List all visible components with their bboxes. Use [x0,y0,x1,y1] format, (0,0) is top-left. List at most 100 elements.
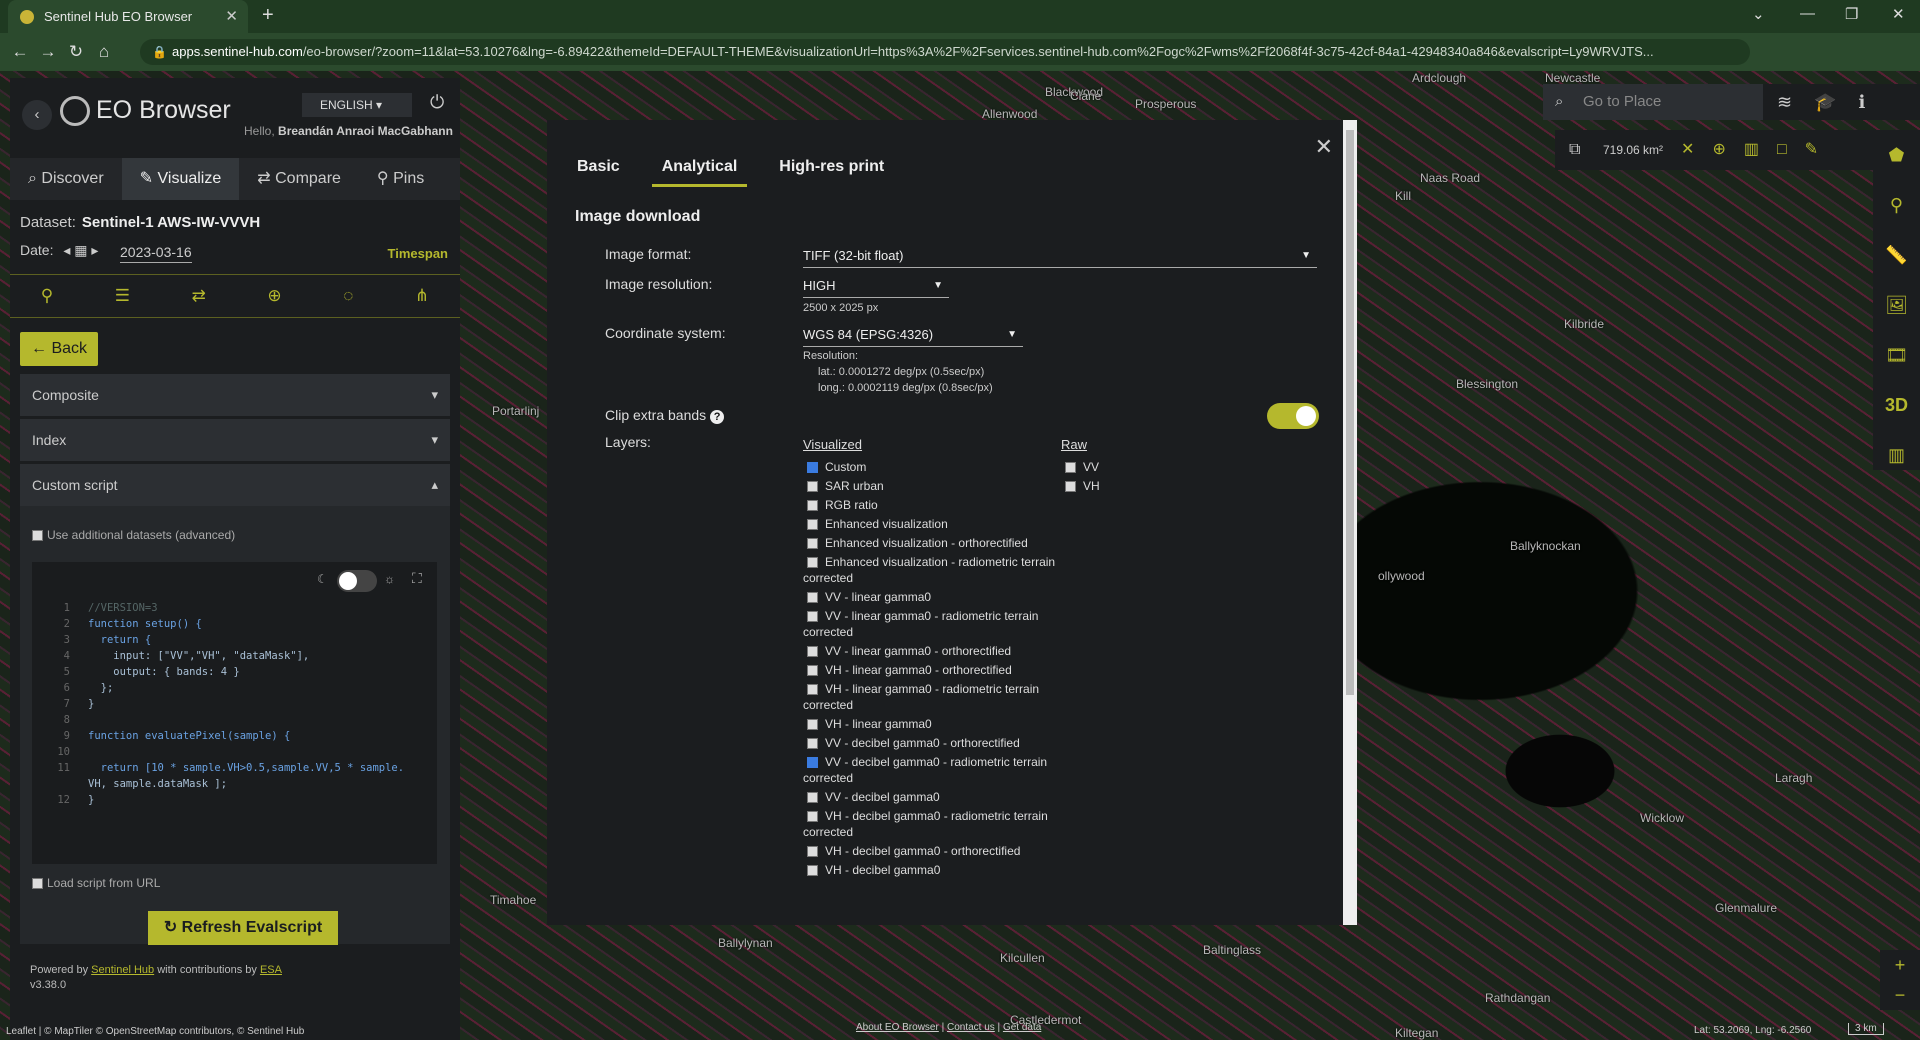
raw-band-option[interactable]: VH [1061,477,1100,496]
custom-script-accordion[interactable]: Custom script ▴ [20,464,450,506]
zoom-out-button[interactable]: − [1880,980,1920,1010]
refresh-label: Refresh Evalscript [181,919,323,936]
layer-option[interactable]: SAR urban [803,477,1083,496]
ruler-icon[interactable]: 📏 [1873,230,1920,280]
tab-pins[interactable]: ⚲ Pins [359,158,442,200]
new-tab-button[interactable]: + [262,4,274,27]
home-icon[interactable]: ⌂ [90,42,118,62]
layer-option[interactable]: VH - linear gamma0 - orthorectified [803,661,1083,680]
code-editor[interactable]: ☾ ☼ ⛶ 1 //VERSION=3 2 function setup() {3 ret… [32,562,437,864]
compare-icon[interactable]: ⇄ [192,286,206,306]
reload-icon[interactable]: ↻ [62,42,90,62]
timespan-link[interactable]: Timespan [388,246,448,261]
clip-extra-bands-toggle[interactable] [1267,403,1319,429]
get-data-link[interactable]: Get data [1003,1022,1041,1033]
chart-icon[interactable]: ▥ [1744,141,1759,158]
clear-icon[interactable]: ✕ [1681,141,1694,158]
select-value: HIGH [803,278,836,293]
help-icon[interactable]: ? [710,410,725,424]
back-icon[interactable]: ← [6,42,34,62]
code-text: return { [88,634,152,646]
date-prev-icon[interactable]: ◂ ▦ ▸ [63,242,98,258]
load-url-checkbox[interactable]: Load script from URL [32,876,160,890]
back-button[interactable]: ← Back [20,332,98,366]
close-tab-icon[interactable]: ✕ [225,7,238,25]
coordinate-system-select[interactable]: WGS 84 (EPSG:4326) ▼ [803,327,1023,347]
collapse-sidebar-button[interactable]: ‹ [22,100,52,130]
zoom-to-icon[interactable]: ⊕ [267,286,281,306]
hide-icon[interactable]: ◌ [343,286,353,306]
tab-visualize[interactable]: ✎ Visualize [121,158,240,200]
checkbox-box [807,519,818,530]
layer-option[interactable]: Custom [803,458,1083,477]
theme-toggle[interactable] [337,570,377,592]
fullscreen-icon[interactable]: ⛶ [412,570,422,587]
pin-icon[interactable]: ⚲ [41,286,53,306]
layer-option[interactable]: VH - linear gamma0 [803,715,1083,734]
effects-icon[interactable]: ☰ [115,286,130,306]
layer-option[interactable]: VH - decibel gamma0 [803,861,1083,880]
esa-link[interactable]: ESA [260,964,282,976]
browser-tab[interactable]: Sentinel Hub EO Browser ✕ [8,0,248,33]
info-icon[interactable]: ℹ [1859,92,1866,112]
layer-option[interactable]: VV - decibel gamma0 - radiometric terrai… [803,753,1083,772]
tab-high-res-print[interactable]: High-res print [779,158,884,187]
timelapse-icon[interactable]: 🎞 [1873,330,1920,380]
layer-label: VH - decibel gamma0 [825,863,941,877]
tab-discover[interactable]: ⌕ Discover [10,158,122,200]
dialog-scrollbar[interactable] [1343,120,1357,925]
tab-basic[interactable]: Basic [577,158,620,187]
minimize-button[interactable]: — [1800,5,1815,22]
image-download-icon[interactable]: 🖼 [1873,280,1920,330]
raw-band-option[interactable]: VV [1061,458,1100,477]
layer-option[interactable]: VV - decibel gamma0 - orthorectified [803,734,1083,753]
close-icon[interactable]: ✕ [1315,134,1333,160]
copy-icon[interactable]: ⧉ [1569,130,1580,170]
share-icon[interactable]: ⋔ [415,286,429,306]
layer-option[interactable]: RGB ratio [803,496,1083,515]
about-link[interactable]: About EO Browser [856,1022,939,1033]
layers-icon[interactable]: ≋ [1777,92,1792,112]
address-bar[interactable]: 🔒 apps.sentinel-hub.com/eo-browser/?zoom=… [140,39,1750,65]
go-to-place-input[interactable]: ⌕ Go to Place [1543,84,1763,120]
tab-compare[interactable]: ⇄ Compare [239,158,359,200]
contact-link[interactable]: Contact us [947,1022,995,1033]
layer-option[interactable]: VH - decibel gamma0 - radiometric terrai… [803,807,1083,826]
layer-option[interactable]: VV - linear gamma0 - orthorectified [803,642,1083,661]
poi-icon[interactable]: ⚲ [1873,180,1920,230]
tab-analytical[interactable]: Analytical [651,158,748,187]
index-accordion[interactable]: Index ▾ [20,419,450,461]
layer-option[interactable]: VH - linear gamma0 - radiometric terrain [803,680,1083,699]
layer-option[interactable]: VV - linear gamma0 [803,588,1083,607]
layer-option[interactable]: VV - linear gamma0 - radiometric terrain [803,607,1083,626]
polygon-icon[interactable]: ⬟ [1873,130,1920,180]
layer-option[interactable]: VH - decibel gamma0 - orthorectified [803,842,1083,861]
tab-search-icon[interactable]: ⌄ [1752,5,1765,23]
square-icon[interactable]: □ [1777,141,1787,158]
layer-option[interactable]: Enhanced visualization - orthorectified [803,534,1083,553]
sentinel-hub-link[interactable]: Sentinel Hub [91,964,154,976]
forward-icon[interactable]: → [34,42,62,62]
app-title: EO Browser [96,96,231,124]
use-additional-checkbox[interactable]: Use additional datasets (advanced) [32,528,235,542]
maximize-button[interactable]: ❐ [1845,5,1858,23]
power-icon[interactable]: ⏻ [430,92,444,113]
image-resolution-select[interactable]: HIGH ▼ [803,278,949,298]
center-icon[interactable]: ⊕ [1712,141,1725,158]
3d-button[interactable]: 3D [1873,380,1920,430]
close-window-button[interactable]: ✕ [1892,5,1905,23]
layer-option[interactable]: Enhanced visualization [803,515,1083,534]
tab-title: Sentinel Hub EO Browser [44,9,193,24]
date-value[interactable]: 2023-03-16 [120,244,192,263]
refresh-evalscript-button[interactable]: ↻ Refresh Evalscript [148,911,338,945]
zoom-in-button[interactable]: + [1880,950,1920,980]
image-format-select[interactable]: TIFF (32-bit float) ▼ [803,248,1317,268]
education-icon[interactable]: 🎓 [1814,92,1836,112]
statistics-icon[interactable]: ▥ [1873,430,1920,480]
composite-accordion[interactable]: Composite ▾ [20,374,450,416]
code-text: //VERSION=3 [88,602,158,614]
pencil-icon[interactable]: ✎ [1805,141,1818,158]
layer-option[interactable]: Enhanced visualization - radiometric ter… [803,553,1083,572]
layer-option[interactable]: VV - decibel gamma0 [803,788,1083,807]
language-select[interactable]: ENGLISH ▾ [302,93,412,117]
